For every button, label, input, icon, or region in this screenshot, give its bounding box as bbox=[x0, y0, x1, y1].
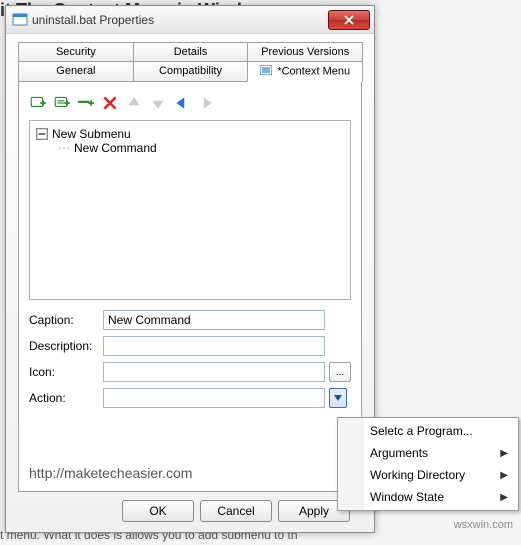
menu-item-label: Arguments bbox=[370, 446, 428, 460]
add-separator-button[interactable] bbox=[77, 94, 95, 112]
add-command-button[interactable] bbox=[53, 94, 71, 112]
menu-item-label: Seletc a Program... bbox=[370, 424, 473, 438]
tree-child-label: New Command bbox=[74, 141, 157, 155]
collapse-icon[interactable] bbox=[36, 128, 48, 140]
app-icon bbox=[12, 12, 28, 28]
back-button[interactable] bbox=[173, 94, 191, 112]
window-title: uninstall.bat Properties bbox=[32, 13, 328, 27]
properties-window: uninstall.bat Properties Security Detail… bbox=[5, 5, 375, 533]
tab-context-menu-label: *Context Menu bbox=[277, 65, 350, 77]
source-watermark: wsxwin.com bbox=[454, 519, 513, 531]
action-label: Action: bbox=[29, 391, 99, 405]
tab-content: New Submenu ⋯ New Command Caption: Descr… bbox=[18, 82, 362, 492]
titlebar: uninstall.bat Properties bbox=[6, 6, 374, 34]
toolbar bbox=[29, 92, 351, 120]
tree-connector-icon: ⋯ bbox=[58, 141, 70, 155]
submenu-arrow-icon: ▶ bbox=[500, 448, 508, 459]
tab-previous-versions[interactable]: Previous Versions bbox=[247, 42, 363, 61]
tabstrip: Security Details Previous Versions Gener… bbox=[18, 42, 362, 492]
menu-arguments[interactable]: Arguments ▶ bbox=[338, 442, 518, 464]
dialog-button-row: OK Cancel Apply bbox=[18, 492, 362, 522]
content-area: Security Details Previous Versions Gener… bbox=[6, 34, 374, 530]
submenu-arrow-icon: ▶ bbox=[500, 492, 508, 503]
caption-input[interactable] bbox=[103, 310, 325, 330]
tree-child-item[interactable]: ⋯ New Command bbox=[58, 141, 344, 155]
tree-root-item[interactable]: New Submenu bbox=[36, 127, 344, 141]
icon-browse-button[interactable]: ... bbox=[329, 362, 351, 382]
field-grid: Caption: Description: Icon: ... Action: bbox=[29, 310, 351, 408]
menu-window-state[interactable]: Window State ▶ bbox=[338, 486, 518, 508]
icon-label: Icon: bbox=[29, 365, 99, 379]
move-up-button[interactable] bbox=[125, 94, 143, 112]
action-dropdown-button[interactable] bbox=[329, 388, 347, 408]
caption-label: Caption: bbox=[29, 313, 99, 327]
cancel-button[interactable]: Cancel bbox=[200, 500, 272, 522]
tab-compatibility[interactable]: Compatibility bbox=[133, 61, 249, 82]
action-dropdown-menu: Seletc a Program... Arguments ▶ Working … bbox=[337, 417, 519, 511]
add-submenu-button[interactable] bbox=[29, 94, 47, 112]
menu-select-program[interactable]: Seletc a Program... bbox=[338, 420, 518, 442]
menu-working-directory[interactable]: Working Directory ▶ bbox=[338, 464, 518, 486]
forward-button[interactable] bbox=[197, 94, 215, 112]
tab-details[interactable]: Details bbox=[133, 42, 249, 61]
description-label: Description: bbox=[29, 339, 99, 353]
menu-item-label: Working Directory bbox=[370, 468, 465, 482]
tree-view[interactable]: New Submenu ⋯ New Command bbox=[29, 120, 351, 300]
chevron-down-icon bbox=[334, 395, 342, 401]
action-input[interactable] bbox=[103, 388, 325, 408]
menu-item-label: Window State bbox=[370, 490, 444, 504]
icon-input[interactable] bbox=[103, 362, 325, 382]
tab-general[interactable]: General bbox=[18, 61, 134, 82]
tree-root-label: New Submenu bbox=[52, 127, 131, 141]
description-input[interactable] bbox=[103, 336, 325, 356]
submenu-arrow-icon: ▶ bbox=[500, 470, 508, 481]
watermark-text: http://maketecheasier.com bbox=[29, 465, 192, 481]
tab-security[interactable]: Security bbox=[18, 42, 134, 61]
close-icon bbox=[344, 15, 354, 25]
delete-button[interactable] bbox=[101, 94, 119, 112]
context-menu-tab-icon bbox=[260, 66, 275, 78]
close-button[interactable] bbox=[328, 10, 370, 30]
ok-button[interactable]: OK bbox=[122, 500, 194, 522]
tab-context-menu[interactable]: *Context Menu bbox=[247, 61, 363, 82]
move-down-button[interactable] bbox=[149, 94, 167, 112]
